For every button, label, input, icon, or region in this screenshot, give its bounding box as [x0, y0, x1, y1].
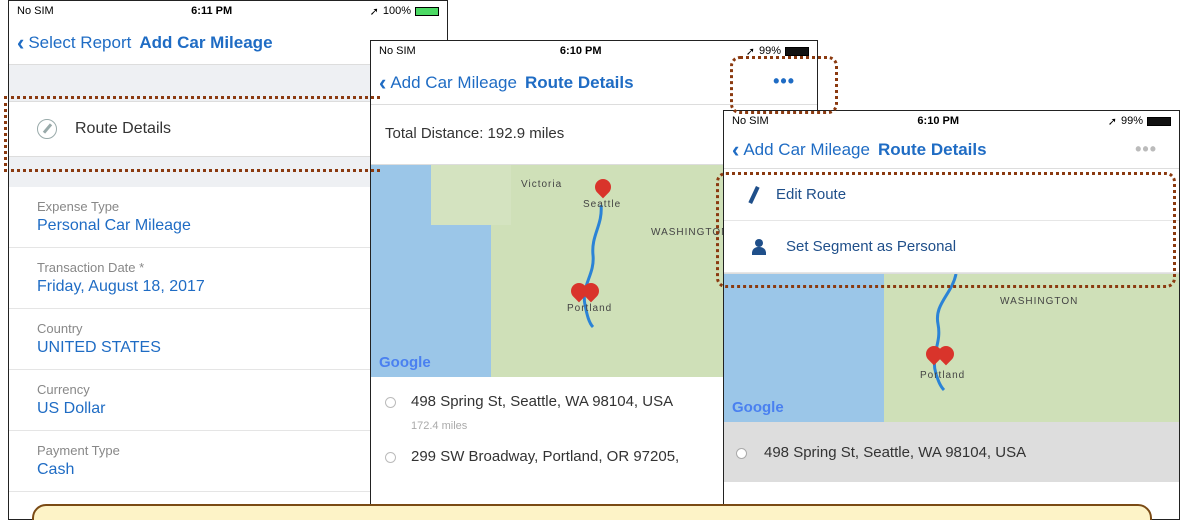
- stop-address: 299 SW Broadway, Portland, OR 97205,: [411, 448, 680, 465]
- status-bar: No SIM 6:11 PM ➚ 100%: [9, 1, 447, 21]
- ellipsis-icon[interactable]: •••: [1135, 139, 1157, 160]
- chevron-left-icon: ‹: [379, 69, 387, 95]
- menu-item-set-personal[interactable]: Set Segment as Personal: [724, 221, 1179, 273]
- carrier-label: No SIM: [732, 115, 769, 127]
- clock-label: 6:10 PM: [917, 115, 959, 127]
- compass-icon: [37, 119, 57, 139]
- page-title: Add Car Mileage: [139, 32, 273, 52]
- stop-address: 498 Spring St, Seattle, WA 98104, USA: [411, 393, 674, 410]
- stop-marker-icon: [385, 397, 396, 408]
- ellipsis-icon[interactable]: •••: [773, 71, 795, 92]
- map-label: Seattle: [583, 199, 622, 210]
- route-details-label: Route Details: [75, 120, 172, 137]
- carrier-label: No SIM: [379, 45, 416, 57]
- battery-label: 99%: [758, 45, 781, 57]
- battery-icon: [414, 6, 439, 16]
- list-item[interactable]: 498 Spring St, Seattle, WA 98104, USA: [724, 422, 1179, 482]
- nav-bar: ‹ Add Car Mileage Route Details •••: [371, 61, 817, 105]
- location-icon: ➚: [369, 5, 379, 18]
- chevron-left-icon: ‹: [17, 29, 25, 55]
- status-bar: No SIM 6:10 PM ➚ 99%: [371, 41, 817, 61]
- composite-stage: No SIM 6:11 PM ➚ 100% ‹ Select Report Ad…: [0, 0, 1180, 520]
- clock-label: 6:10 PM: [559, 45, 602, 57]
- battery-icon: [784, 46, 809, 56]
- stop-marker-icon: [385, 452, 396, 463]
- menu-item-edit-route[interactable]: Edit Route: [724, 169, 1179, 221]
- map-label: WASHINGTON: [1000, 296, 1079, 307]
- back-button[interactable]: ‹ Add Car Mileage: [379, 69, 517, 95]
- stop-address: 498 Spring St, Seattle, WA 98104, USA: [764, 444, 1027, 461]
- chevron-left-icon: ‹: [732, 136, 740, 162]
- pencil-icon: [748, 185, 760, 204]
- location-icon: ➚: [745, 45, 755, 58]
- clock-label: 6:11 PM: [191, 5, 233, 17]
- map-label: Victoria: [521, 179, 563, 190]
- battery-icon: [1146, 116, 1171, 126]
- carrier-label: No SIM: [17, 5, 54, 17]
- menu-item-label: Set Segment as Personal: [786, 238, 957, 255]
- person-icon: [752, 238, 766, 255]
- back-button[interactable]: ‹ Add Car Mileage: [732, 136, 870, 162]
- battery-label: 99%: [1120, 115, 1143, 127]
- google-logo: Google: [732, 399, 784, 416]
- map-label: Portland: [920, 370, 966, 381]
- callout-box: [32, 504, 1152, 520]
- page-title: Route Details: [877, 139, 987, 159]
- stop-marker-icon: [736, 448, 747, 459]
- map-label: WASHINGTON: [651, 227, 730, 238]
- back-label: Add Car Mileage: [743, 139, 870, 159]
- route-map[interactable]: WASHINGTON Portland Google: [724, 274, 1179, 422]
- back-button[interactable]: ‹ Select Report: [17, 29, 132, 55]
- google-logo: Google: [379, 354, 431, 371]
- back-label: Select Report: [28, 32, 132, 52]
- location-icon: ➚: [1107, 115, 1117, 128]
- nav-bar: ‹ Add Car Mileage Route Details •••: [724, 131, 1179, 169]
- status-bar: No SIM 6:10 PM ➚ 99%: [724, 111, 1179, 131]
- page-title: Route Details: [524, 72, 634, 92]
- action-menu: Edit Route Set Segment as Personal: [724, 169, 1179, 274]
- map-label: Portland: [567, 303, 613, 314]
- route-options-screen: No SIM 6:10 PM ➚ 99% ‹ Add Car Mileage R…: [723, 110, 1180, 520]
- menu-item-label: Edit Route: [776, 186, 847, 203]
- battery-label: 100%: [382, 5, 411, 17]
- back-label: Add Car Mileage: [390, 72, 517, 92]
